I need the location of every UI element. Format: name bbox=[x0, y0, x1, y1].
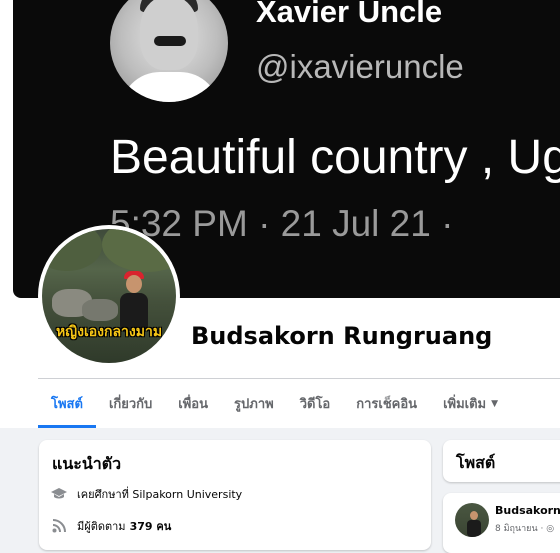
tweet-avatar bbox=[110, 0, 228, 102]
caret-down-icon: ▼ bbox=[491, 398, 499, 409]
followers-row: มีผู้ติดตาม 379 คน bbox=[51, 517, 171, 535]
tab-friends[interactable]: เพื่อน bbox=[165, 379, 221, 428]
tweet-author-handle: @ixavieruncle bbox=[256, 48, 464, 85]
post-author-name[interactable]: Budsakorn R bbox=[495, 504, 560, 517]
education-text[interactable]: เคยศึกษาที่ Silpakorn University bbox=[77, 485, 242, 503]
post-card: Budsakorn R 8 มิถุนายน · ◎ bbox=[443, 493, 560, 553]
tab-posts[interactable]: โพสต์ bbox=[38, 379, 96, 428]
intro-title: แนะนำตัว bbox=[52, 454, 122, 473]
tweet-author-name: Xavier Uncle bbox=[256, 0, 443, 29]
tab-more[interactable]: เพิ่มเติม ▼ bbox=[430, 379, 511, 428]
profile-tabs: โพสต์ เกี่ยวกับ เพื่อน รูปภาพ วิดีโอ การ… bbox=[38, 379, 511, 428]
tab-checkins[interactable]: การเช็คอิน bbox=[343, 379, 430, 428]
photo-caption: หญิงเองกลางมาม bbox=[55, 324, 163, 340]
education-row: เคยศึกษาที่ Silpakorn University bbox=[51, 485, 242, 503]
intro-card: แนะนำตัว เคยศึกษาที่ Silpakorn Universit… bbox=[39, 440, 431, 550]
posts-header-card: โพสต์ bbox=[443, 440, 560, 482]
followers-label: มีผู้ติดตาม bbox=[77, 520, 126, 533]
post-author-avatar[interactable] bbox=[455, 503, 489, 537]
tweet-text: Beautiful country , Ug bbox=[110, 131, 560, 184]
rss-icon bbox=[51, 518, 67, 534]
graduation-cap-icon bbox=[51, 486, 67, 502]
tab-about[interactable]: เกี่ยวกับ bbox=[96, 379, 165, 428]
profile-picture[interactable]: หญิงเองกลางมาม bbox=[38, 225, 180, 367]
followers-count[interactable]: 379 คน bbox=[130, 517, 172, 535]
profile-photo: หญิงเองกลางมาม bbox=[42, 229, 176, 363]
profile-name: Budsakorn Rungruang bbox=[191, 322, 493, 350]
tab-photos[interactable]: รูปภาพ bbox=[221, 379, 287, 428]
tab-videos[interactable]: วิดีโอ bbox=[287, 379, 344, 428]
posts-title: โพสต์ bbox=[456, 453, 496, 472]
